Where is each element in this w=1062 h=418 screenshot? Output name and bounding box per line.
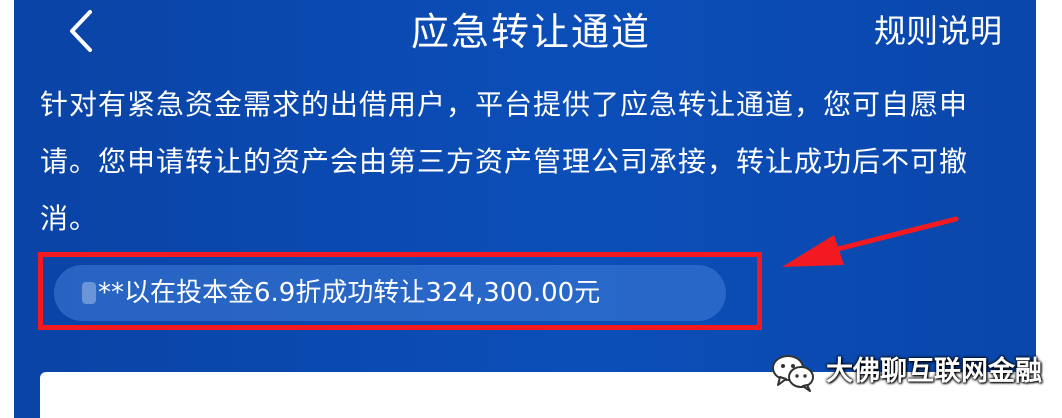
transfer-ticker: **以在投本金6.9折成功转让324,300.00元 <box>54 265 726 321</box>
watermark-text: 大佛聊互联网金融 <box>826 356 1042 387</box>
ticker-masked-user: ** <box>98 278 124 308</box>
ticker-text: **以在投本金6.9折成功转让324,300.00元 <box>82 274 600 312</box>
rules-link[interactable]: 规则说明 <box>874 8 1002 54</box>
left-edge <box>0 0 14 418</box>
app-screen: 应急转让通道 规则说明 针对有紧急资金需求的出借用户，平台提供了应急转让通道，您… <box>0 0 1062 418</box>
masked-name-blur <box>82 282 96 304</box>
watermark: 大佛聊互联网金融 <box>770 352 1042 392</box>
ticker-message: 以在投本金6.9折成功转让324,300.00元 <box>124 278 601 308</box>
red-arrow-icon <box>782 216 959 267</box>
highlight-box: **以在投本金6.9折成功转让324,300.00元 <box>38 252 762 330</box>
wechat-icon <box>772 355 814 392</box>
